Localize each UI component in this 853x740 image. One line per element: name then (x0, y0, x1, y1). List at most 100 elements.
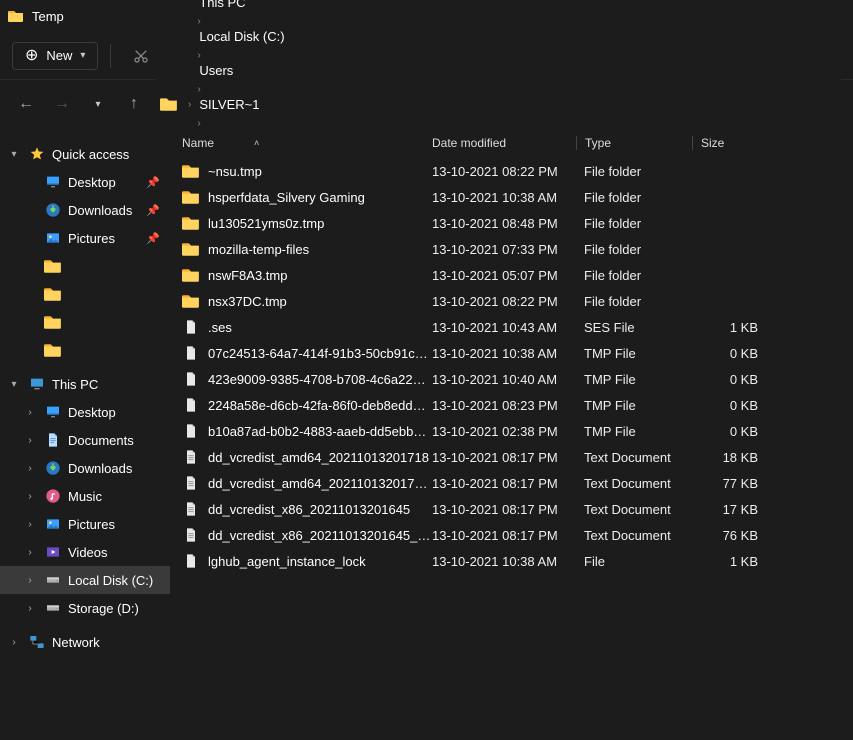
sidebar-item[interactable]: Desktop📌 (0, 168, 170, 196)
file-name: .ses (208, 320, 232, 335)
file-icon (182, 396, 200, 414)
column-header-date[interactable]: Date modified (432, 136, 576, 150)
recent-button[interactable]: ▾ (84, 90, 112, 118)
file-row[interactable]: lu130521yms0z.tmp13-10-2021 08:48 PMFile… (170, 210, 853, 236)
file-icon (182, 318, 200, 336)
chevron-right-icon: › (186, 99, 193, 110)
sidebar-item[interactable]: ›Pictures (0, 510, 170, 538)
pin-icon: 📌 (146, 232, 164, 245)
sidebar-network[interactable]: › Network (0, 628, 170, 656)
sidebar-item[interactable] (0, 252, 170, 280)
file-size: 0 KB (692, 424, 772, 439)
chevron-right-icon: › (22, 575, 38, 586)
file-name: dd_vcredist_amd64_20211013201718 (208, 450, 429, 465)
sidebar-item[interactable]: ›Downloads (0, 454, 170, 482)
file-size: 77 KB (692, 476, 772, 491)
pc-icon (28, 375, 46, 393)
chevron-right-icon: › (22, 463, 38, 474)
sidebar-item[interactable]: › Music (0, 482, 170, 510)
file-date: 13-10-2021 10:43 AM (432, 320, 576, 335)
column-header-name[interactable]: Name˄ (182, 136, 432, 150)
sidebar-item[interactable] (0, 308, 170, 336)
folder-icon (44, 257, 62, 275)
file-type: Text Document (576, 502, 692, 517)
file-row[interactable]: nswF8A3.tmp13-10-2021 05:07 PMFile folde… (170, 262, 853, 288)
nav-row: ← → ▾ ↑ › This PC›Local Disk (C:)›Users›… (0, 80, 853, 128)
sidebar-quick-access[interactable]: ▾ Quick access (0, 140, 170, 168)
file-size: 0 KB (692, 398, 772, 413)
column-header-type[interactable]: Type (576, 136, 692, 150)
breadcrumb-item[interactable]: Local Disk (C:) (195, 27, 288, 46)
sidebar-item-label: Desktop (68, 405, 116, 420)
chevron-right-icon: › (6, 637, 22, 648)
file-row[interactable]: nsx37DC.tmp13-10-2021 08:22 PMFile folde… (170, 288, 853, 314)
file-row[interactable]: dd_vcredist_amd64_2021101320171813-10-20… (170, 444, 853, 470)
file-row[interactable]: 2248a58e-d6cb-42fa-86f0-deb8eddccad5....… (170, 392, 853, 418)
sidebar-item[interactable]: ›Documents (0, 426, 170, 454)
file-row[interactable]: b10a87ad-b0b2-4883-aaeb-dd5ebb5e578...13… (170, 418, 853, 444)
up-button[interactable]: ↑ (120, 90, 148, 118)
back-button[interactable]: ← (12, 90, 40, 118)
file-row[interactable]: mozilla-temp-files13-10-2021 07:33 PMFil… (170, 236, 853, 262)
file-name: dd_vcredist_x86_20211013201645 (208, 502, 410, 517)
column-header-size[interactable]: Size (692, 136, 772, 150)
file-row[interactable]: hsperfdata_Silvery Gaming13-10-2021 10:3… (170, 184, 853, 210)
sidebar-item-label: Music (68, 489, 102, 504)
folder-icon (44, 341, 62, 359)
sidebar-item[interactable] (0, 336, 170, 364)
file-row[interactable]: .ses13-10-2021 10:43 AMSES File1 KB (170, 314, 853, 340)
file-type: File folder (576, 268, 692, 283)
forward-button[interactable]: → (48, 90, 76, 118)
content: ▾ Quick access Desktop📌Downloads📌Picture… (0, 128, 853, 740)
folder-icon (182, 188, 200, 206)
file-row[interactable]: lghub_agent_instance_lock13-10-2021 10:3… (170, 548, 853, 574)
network-icon (28, 633, 46, 651)
file-type: Text Document (576, 450, 692, 465)
file-row[interactable]: dd_vcredist_x86_20211013201645_000_vc...… (170, 522, 853, 548)
file-name: mozilla-temp-files (208, 242, 309, 257)
downloads-icon (44, 459, 62, 477)
file-type: TMP File (576, 424, 692, 439)
sidebar-item[interactable]: ›Local Disk (C:) (0, 566, 170, 594)
sidebar-item[interactable]: › Videos (0, 538, 170, 566)
file-date: 13-10-2021 08:17 PM (432, 450, 576, 465)
sidebar-item[interactable]: ›Storage (D:) (0, 594, 170, 622)
breadcrumb-item[interactable]: Users (195, 61, 288, 80)
chevron-right-icon: › (195, 118, 202, 129)
chevron-down-icon: ▾ (6, 149, 22, 160)
chevron-right-icon: › (22, 547, 38, 558)
file-list: ~nsu.tmp13-10-2021 08:22 PMFile folderhs… (170, 158, 853, 574)
chevron-right-icon: › (22, 603, 38, 614)
file-type: File folder (576, 242, 692, 257)
folder-icon (44, 285, 62, 303)
file-type: TMP File (576, 398, 692, 413)
file-row[interactable]: dd_vcredist_x86_2021101320164513-10-2021… (170, 496, 853, 522)
sidebar-item[interactable] (0, 280, 170, 308)
breadcrumb-item[interactable]: This PC (195, 0, 288, 12)
chevron-right-icon: › (195, 50, 202, 61)
new-button[interactable]: ⊕ New ▾ (12, 42, 98, 70)
file-name: 07c24513-64a7-414f-91b3-50cb91c2c2f5.t..… (208, 346, 432, 361)
textfile-icon (182, 500, 200, 518)
sidebar-this-pc[interactable]: ▾ This PC (0, 370, 170, 398)
file-size: 1 KB (692, 554, 772, 569)
new-button-label: New (46, 48, 72, 63)
desktop-icon (44, 173, 62, 191)
chevron-right-icon: › (22, 491, 38, 502)
sidebar-item[interactable]: Pictures📌 (0, 224, 170, 252)
file-date: 13-10-2021 08:17 PM (432, 476, 576, 491)
folder-icon (182, 162, 200, 180)
sidebar-item[interactable]: Downloads📌 (0, 196, 170, 224)
file-date: 13-10-2021 10:38 AM (432, 554, 576, 569)
chevron-right-icon: › (22, 519, 38, 530)
file-row[interactable]: 423e9009-9385-4708-b708-4c6a22b6cf67....… (170, 366, 853, 392)
sidebar-item-label: Videos (68, 545, 108, 560)
file-row[interactable]: ~nsu.tmp13-10-2021 08:22 PMFile folder (170, 158, 853, 184)
breadcrumb-item[interactable]: SILVER~1 (195, 95, 288, 114)
file-row[interactable]: 07c24513-64a7-414f-91b3-50cb91c2c2f5.t..… (170, 340, 853, 366)
desktop-icon (44, 403, 62, 421)
file-row[interactable]: dd_vcredist_amd64_20211013201718_000...1… (170, 470, 853, 496)
sidebar-item[interactable]: ›Desktop (0, 398, 170, 426)
file-date: 13-10-2021 08:17 PM (432, 528, 576, 543)
cut-button[interactable] (123, 38, 159, 74)
